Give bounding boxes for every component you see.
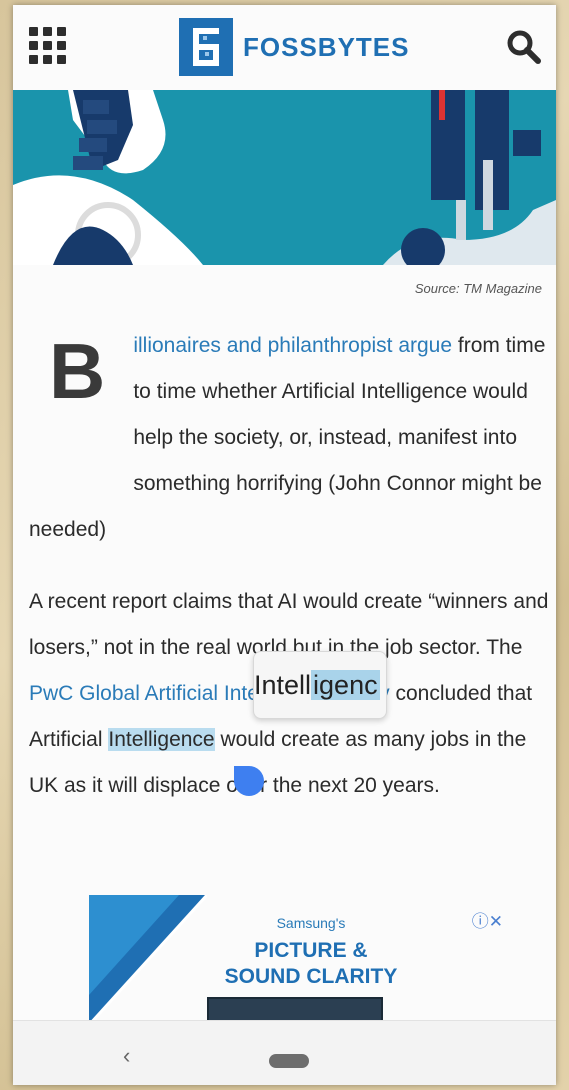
philanthropist-link[interactable]: illionaires and philanthropist argue [133,334,452,357]
ad-close-icon[interactable]: ⓘ✕ [472,907,503,932]
top-bar: FOSSBYTES [13,5,556,90]
paragraph-1: Billionaires and philanthropist argue fr… [29,323,549,553]
magnifier-highlight: igenc [311,670,380,700]
search-icon[interactable] [504,27,544,67]
grid-menu-icon[interactable] [29,27,67,65]
ad-headline-1: PICTURE & [254,939,368,962]
hero-image [13,90,556,265]
text-selection-magnifier: Intelligenc [253,651,387,719]
ad-brand: Samsung's [276,915,346,931]
system-nav-bar: ‹ [13,1020,556,1085]
logo-text: FOSSBYTES [243,31,410,62]
home-pill-icon[interactable] [269,1054,309,1068]
paragraph-1-text: from time to time whether Artificial Int… [29,334,546,541]
article-body: Billionaires and philanthropist argue fr… [29,323,549,809]
drop-cap: B [49,327,106,415]
fossbytes-logo-icon [179,18,233,76]
selection-handle[interactable] [234,766,264,796]
image-caption: Source: TM Magazine [414,281,542,296]
selected-text[interactable]: Intelligence [108,728,215,751]
site-logo[interactable]: FOSSBYTES [179,15,409,79]
magnifier-text: Intell [254,670,312,700]
phone-screen: FOSSBYTES Source: TM Magazine B illionai… [13,5,556,1085]
ad-headline-2: SOUND CLARITY [224,965,398,988]
advertisement[interactable]: Samsung's PICTURE & SOUND CLARITY ⓘ✕ [89,895,533,1031]
back-icon[interactable]: ‹ [123,1043,130,1069]
